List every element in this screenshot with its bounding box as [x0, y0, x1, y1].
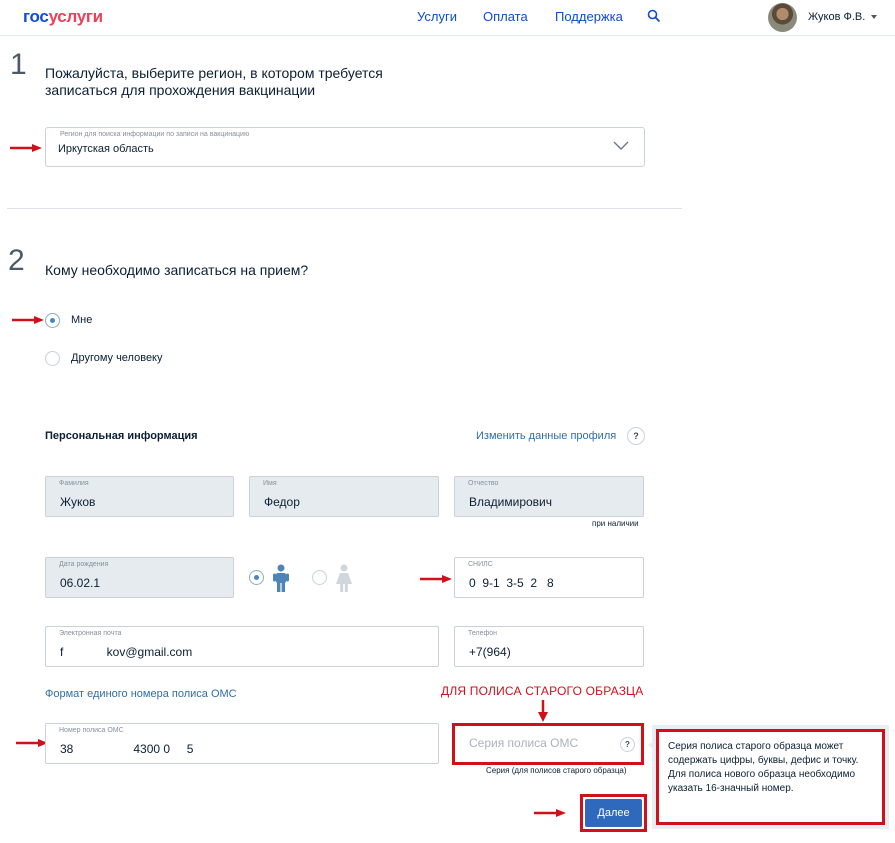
red-arrow-icon	[16, 739, 48, 747]
first-name-label: Имя	[263, 480, 277, 487]
section-divider	[7, 208, 682, 209]
last-name-label: Фамилия	[59, 480, 89, 487]
nav-support-link[interactable]: Поддержка	[555, 9, 623, 24]
birth-date-field: Дата рождения 06.02.1	[45, 557, 234, 598]
tooltip-line2: Для полиса нового образца необходимо ука…	[668, 769, 856, 794]
radio-me-label[interactable]: Мне	[71, 314, 92, 326]
step-2-title: Кому необходимо записаться на прием?	[45, 262, 309, 278]
gosuslugi-logo[interactable]: госуслуги	[23, 7, 103, 27]
help-icon[interactable]: ?	[627, 427, 645, 445]
oms-number-label: Номер полиса ОМС	[59, 727, 124, 734]
email-field[interactable]: Электронная почта f kov@gmail.com	[45, 626, 439, 667]
step-1-number: 1	[10, 48, 27, 81]
patronymic-field: Отчество Владимирович	[454, 476, 644, 517]
patronymic-label: Отчество	[468, 480, 499, 487]
nav-services-link[interactable]: Услуги	[417, 9, 457, 24]
logo-part-uslugi: услуги	[48, 7, 104, 26]
region-select-label: Регион для поиска информации по записи н…	[60, 131, 250, 138]
search-icon[interactable]	[647, 9, 661, 23]
snils-value: 0 9-1 3-5 2 8	[469, 576, 554, 590]
oms-series-note: Серия (для полисов старого образца)	[486, 766, 627, 775]
oms-series-highlight	[452, 723, 644, 765]
radio-gender-male[interactable]	[249, 570, 264, 585]
red-arrow-icon	[534, 809, 566, 817]
nav-payment-link[interactable]: Оплата	[483, 9, 528, 24]
female-icon	[336, 564, 352, 592]
phone-value: +7(964)	[469, 645, 511, 659]
email-label: Электронная почта	[59, 630, 122, 637]
radio-other-person-label[interactable]: Другому человеку	[71, 352, 163, 364]
oms-series-tooltip: Серия полиса старого образца может содер…	[656, 729, 885, 825]
next-button[interactable]: Далее	[585, 799, 642, 827]
patronymic-note: при наличии	[592, 519, 639, 528]
chevron-down-icon[interactable]	[871, 15, 877, 19]
patronymic-value: Владимирович	[469, 495, 553, 509]
red-arrow-icon	[420, 575, 452, 583]
birth-date-label: Дата рождения	[59, 561, 109, 568]
tooltip-pointer	[648, 739, 656, 751]
last-name-field: Фамилия Жуков	[45, 476, 234, 517]
old-policy-annotation: ДЛЯ ПОЛИСА СТАРОГО ОБРАЗЦА	[441, 684, 644, 698]
red-arrow-down-icon	[538, 700, 548, 722]
first-name-field: Имя Федор	[249, 476, 439, 517]
step-2-number: 2	[8, 244, 25, 277]
snils-label: СНИЛС	[468, 561, 493, 568]
male-icon	[273, 564, 289, 592]
top-header: госуслуги Услуги Оплата Поддержка Жуков …	[0, 0, 895, 36]
first-name-value: Федор	[264, 495, 300, 509]
region-select-value: Иркутская область	[58, 143, 154, 155]
tooltip-line1: Серия полиса старого образца может содер…	[668, 741, 859, 766]
phone-field[interactable]: Телефон +7(964)	[454, 626, 644, 667]
red-arrow-icon	[10, 144, 42, 152]
logo-part-gos: гос	[23, 7, 49, 26]
red-arrow-icon	[12, 316, 44, 324]
edit-profile-link[interactable]: Изменить данные профиля	[476, 430, 616, 442]
radio-other-person[interactable]	[45, 351, 60, 366]
phone-label: Телефон	[468, 630, 498, 637]
oms-number-value: 38 4300 0 5	[60, 742, 194, 756]
radio-gender-female[interactable]	[312, 570, 327, 585]
step-1-title-line2: записаться для прохождения вакцинации	[45, 82, 316, 98]
oms-format-link[interactable]: Формат единого номера полиса ОМС	[45, 688, 237, 700]
step-1-title-line1: Пожалуйста, выберите регион, в котором т…	[45, 65, 383, 81]
step-1-title: Пожалуйста, выберите регион, в котором т…	[45, 65, 383, 99]
chevron-down-icon	[613, 141, 629, 150]
email-value: f kov@gmail.com	[60, 645, 193, 659]
radio-me[interactable]	[45, 313, 60, 328]
oms-number-field[interactable]: Номер полиса ОМС 38 4300 0 5	[45, 723, 439, 764]
snils-field[interactable]: СНИЛС 0 9-1 3-5 2 8	[454, 557, 644, 598]
birth-date-value: 06.02.1	[60, 576, 101, 590]
personal-info-heading: Персональная информация	[45, 430, 198, 442]
user-avatar[interactable]	[768, 3, 797, 32]
region-select[interactable]: Регион для поиска информации по записи н…	[45, 127, 645, 167]
user-name[interactable]: Жуков Ф.В.	[808, 11, 865, 23]
last-name-value: Жуков	[60, 495, 96, 509]
